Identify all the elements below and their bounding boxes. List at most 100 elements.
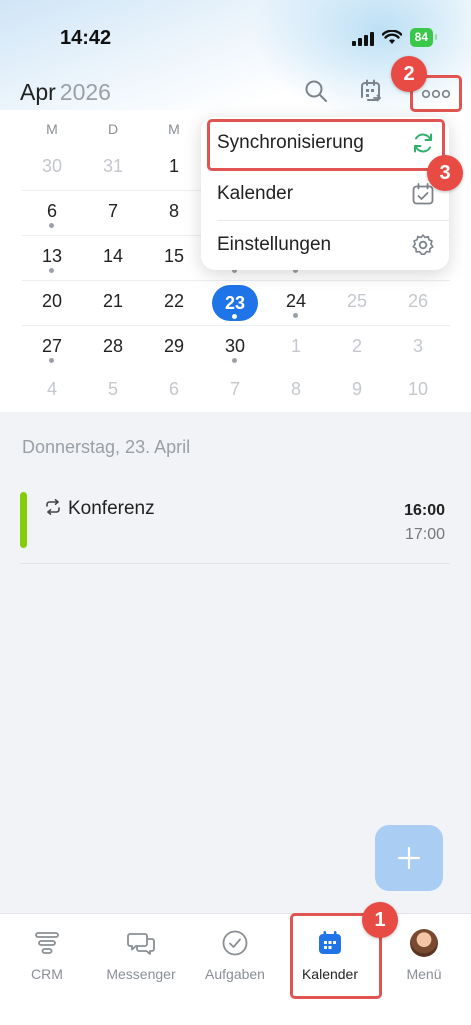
day-cell[interactable]: 6 [150,369,198,412]
event-divider [20,563,450,564]
day-cell[interactable]: 30 [211,326,259,370]
step-badge-2: 2 [391,56,427,92]
calendar-share-button[interactable] [355,74,389,108]
day-cell[interactable]: 10 [394,369,442,412]
tab-aufgaben[interactable]: Aufgaben [188,914,282,994]
day-cell[interactable]: 15 [150,236,198,280]
tab-crm[interactable]: CRM [0,914,94,994]
day-cell[interactable]: 31 [89,146,137,190]
event-dot [49,223,54,228]
crm-funnel-icon [35,932,59,954]
avatar [410,929,438,957]
tab-label: Menü [406,966,442,982]
day-number: 8 [168,201,179,221]
day-number: 10 [407,379,429,399]
tab-label: Messenger [106,966,176,982]
day-cell[interactable]: 30 [28,146,76,190]
day-number: 28 [102,336,124,356]
tab-bar: CRM Messenger Aufgaben Kalender Menü [0,913,471,1025]
day-cell-today[interactable]: 23 [211,281,259,325]
day-cell[interactable]: 6 [28,191,76,235]
day-number: 5 [107,379,118,399]
tab-label: CRM [31,966,63,982]
day-cell[interactable]: 28 [89,326,137,370]
day-cell[interactable]: 29 [150,326,198,370]
tab-messenger[interactable]: Messenger [94,914,188,994]
day-number: 1 [168,156,179,176]
day-cell[interactable]: 5 [89,369,137,412]
day-number: 13 [41,246,63,266]
day-cell[interactable]: 25 [333,281,381,325]
menu-item-kalender[interactable]: Kalender [201,169,449,219]
weekday-label: M [46,121,58,137]
event-item[interactable]: Konferenz 16:00 17:00 [20,488,450,550]
event-dot [232,314,237,319]
weekday-label: M [168,121,180,137]
day-number: 30 [224,336,246,356]
day-cell[interactable]: 24 [272,281,320,325]
day-number: 7 [229,379,240,399]
menu-item-einstellungen[interactable]: Einstellungen [201,220,449,270]
plus-icon [397,846,421,870]
battery-level: 84 [414,30,428,44]
event-dot [293,313,298,318]
calendar-share-icon [361,79,382,102]
day-cell[interactable]: 22 [150,281,198,325]
event-dot [49,268,54,273]
event-color-bar [20,492,27,548]
tab-label: Aufgaben [205,966,265,982]
day-cell[interactable]: 3 [394,326,442,370]
year-label: 2026 [59,79,111,105]
event-title: Konferenz [68,498,155,519]
chat-bubbles-icon [127,933,155,955]
day-number: 25 [346,291,368,311]
day-cell[interactable]: 2 [333,326,381,370]
search-button[interactable] [299,74,333,108]
menu-item-label: Einstellungen [217,234,332,255]
status-icons: 84 [351,28,438,47]
day-cell[interactable]: 4 [28,369,76,412]
day-number: 8 [290,379,301,399]
month-title[interactable]: Apr 2026 [20,79,111,106]
day-number: 22 [163,291,185,311]
wifi-icon [381,30,402,44]
add-event-button[interactable] [375,825,443,891]
step-badge-3: 3 [427,155,463,191]
menu-item-label: Kalender [217,183,294,204]
day-number: 14 [102,246,124,266]
weekday-label: D [107,121,119,137]
day-number: 27 [41,336,63,356]
signal-icon [351,30,374,46]
day-cell[interactable]: 8 [272,369,320,412]
day-number: 15 [163,246,185,266]
day-cell[interactable]: 8 [150,191,198,235]
gear-icon [412,234,434,255]
day-cell[interactable]: 21 [89,281,137,325]
day-cell[interactable]: 7 [89,191,137,235]
event-end-time: 17:00 [404,526,445,543]
day-number: 6 [168,379,179,399]
day-cell[interactable]: 7 [211,369,259,412]
day-cell[interactable]: 1 [272,326,320,370]
day-number: 21 [102,291,124,311]
day-cell[interactable]: 20 [28,281,76,325]
highlight-synchronisierung [207,119,445,171]
battery-icon: 84 [409,28,438,47]
day-cell[interactable]: 1 [150,146,198,190]
status-time: 14:42 [60,27,112,49]
day-number: 4 [46,379,57,399]
event-dot [232,358,237,363]
day-cell[interactable]: 9 [333,369,381,412]
day-number: 9 [351,379,362,399]
day-number: 31 [102,156,124,176]
day-cell[interactable]: 13 [28,236,76,280]
day-cell[interactable]: 14 [89,236,137,280]
day-number: 20 [41,291,63,311]
day-cell[interactable]: 26 [394,281,442,325]
search-icon [305,80,327,102]
day-number: 1 [290,336,301,356]
day-number: 6 [46,201,57,221]
step-badge-1: 1 [362,902,398,938]
day-number: 24 [285,291,307,311]
day-cell[interactable]: 27 [28,326,76,370]
